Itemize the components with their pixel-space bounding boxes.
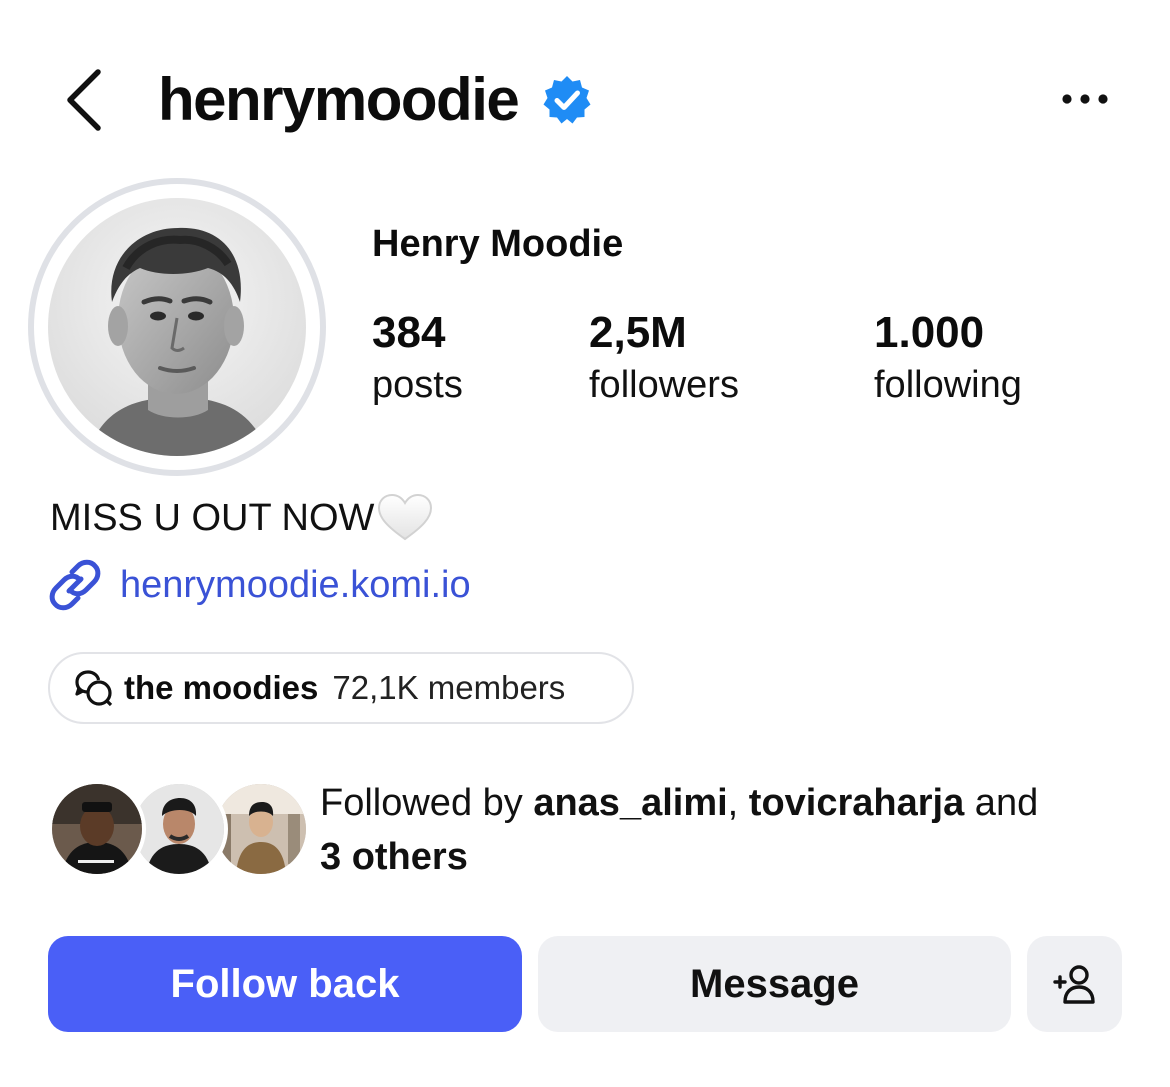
followers-label: followers [589,364,739,406]
verified-badge-icon [543,76,591,124]
message-button[interactable]: Message [538,936,1011,1032]
mutual-photo [134,784,224,874]
link-icon [49,559,101,611]
channel-members: 72,1K members [332,669,566,706]
back-button[interactable] [58,66,108,132]
followers-stat[interactable]: 2,5M followers [589,306,739,410]
followed-by-connector: and [964,782,1039,824]
posts-count: 384 [372,308,446,357]
posts-stat[interactable]: 384 posts [372,306,463,410]
mutual-username: tovicraharja [748,782,965,824]
following-label: following [874,364,1022,406]
followers-count: 2,5M [589,308,687,357]
following-count: 1.000 [874,308,985,357]
followed-by-prefix: Followed by [320,782,534,824]
mutual-username: anas_alimi [533,782,728,824]
profile-username: henrymoodie [158,66,520,133]
mutual-avatar [48,780,146,878]
mutual-photo [52,784,142,874]
profile-photo [48,198,306,456]
white-heart-icon [378,493,433,541]
chat-bubbles-icon [75,670,113,707]
bio-text: MISS U OUT NOW [50,497,375,539]
channel-name: the moodies [124,669,319,706]
link-text: henrymoodie.komi.io [120,564,471,606]
followed-by-text[interactable]: Followed by anas_alimi, tovicraharja and… [320,776,1140,884]
more-options-button[interactable] [1056,80,1114,118]
broadcast-channel-pill[interactable]: the moodies 72,1K members [48,652,634,724]
mutual-photo [216,784,306,874]
follow-back-label: Follow back [170,961,400,1006]
chevron-left-icon [67,69,101,131]
profile-display-name: Henry Moodie [372,223,624,265]
more-horizontal-icon [1062,94,1108,104]
message-label: Message [690,961,859,1006]
profile-avatar[interactable] [48,198,306,456]
posts-label: posts [372,364,463,406]
profile-link[interactable]: henrymoodie.komi.io [48,558,471,612]
following-stat[interactable]: 1.000 following [874,306,1022,410]
mutual-followers-avatars[interactable] [48,780,310,880]
follow-back-button[interactable]: Follow back [48,936,522,1032]
suggested-users-button[interactable] [1027,936,1122,1032]
add-person-icon [1052,965,1095,1004]
mutual-others: 3 others [320,836,468,878]
profile-bio: MISS U OUT NOW [50,492,434,544]
followed-by-separator: , [727,782,749,824]
